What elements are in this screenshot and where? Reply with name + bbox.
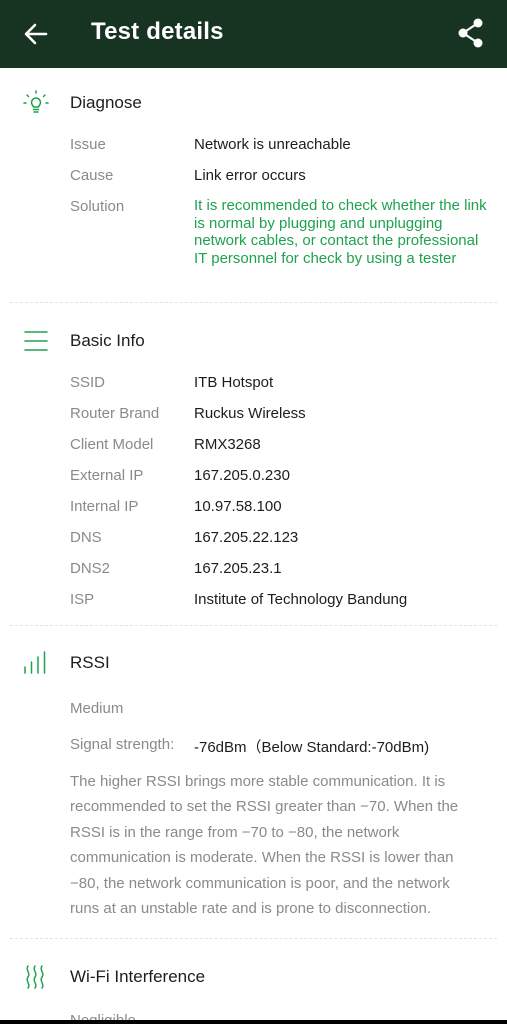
section-title: Basic Info — [70, 331, 145, 350]
row-label: ISP — [70, 591, 95, 608]
section-title: Wi-Fi Interference — [70, 967, 206, 986]
basic-info-header: Basic Info — [0, 327, 507, 357]
share-button[interactable] — [453, 14, 489, 52]
lightbulb-icon — [23, 90, 49, 113]
row-value: ITB Hotspot — [194, 374, 274, 391]
divider — [10, 625, 497, 626]
rssi-level: Medium — [70, 700, 124, 717]
row-label: External IP — [70, 467, 144, 484]
rssi-description: The higher RSSI brings more stable commu… — [70, 773, 459, 918]
row-value: -76dBm（Below Standard:-70dBm) — [194, 739, 430, 756]
row-value: Institute of Technology Bandung — [194, 591, 408, 608]
section-title: RSSI — [70, 653, 110, 672]
rssi-header: RSSI — [0, 649, 507, 679]
divider — [10, 938, 497, 939]
bottom-edge — [0, 1020, 507, 1024]
back-button[interactable] — [18, 16, 54, 52]
row-value: 167.205.0.230 — [194, 467, 290, 484]
row-label: Router Brand — [70, 405, 160, 422]
row-label: SSID — [70, 374, 106, 391]
row-value: Link error occurs — [194, 167, 306, 184]
app-bar: Test details — [0, 0, 507, 68]
arrow-left-icon — [24, 23, 48, 45]
row-value: Ruckus Wireless — [194, 405, 306, 422]
row-value: 167.205.22.123 — [194, 529, 299, 546]
row-label: Cause — [70, 167, 114, 184]
row-value: RMX3268 — [194, 436, 261, 453]
row-label: Client Model — [70, 436, 154, 453]
row-label: Solution — [70, 198, 125, 215]
signal-bars-icon — [24, 651, 46, 674]
interference-header: Wi-Fi Interference — [0, 963, 507, 993]
share-icon — [458, 18, 483, 48]
signal-strength-row: Signal strength: -76dBm（Below Standard:-… — [70, 736, 429, 756]
diagnose-header: Diagnose — [0, 89, 507, 119]
section-title: Diagnose — [70, 93, 142, 112]
row-label: Internal IP — [70, 498, 139, 515]
row-label: DNS2 — [70, 560, 111, 577]
solution-text: It is recommended to check whether the l… — [194, 197, 487, 267]
row-value: Network is unreachable — [194, 136, 351, 153]
wave-lines-icon — [26, 965, 44, 989]
divider — [10, 302, 497, 303]
row-label: Issue — [70, 136, 106, 153]
row-label: DNS — [70, 529, 102, 546]
page-title: Test details — [91, 18, 224, 45]
menu-lines-icon — [24, 331, 48, 351]
row-value: 10.97.58.100 — [194, 498, 282, 515]
row-value: 167.205.23.1 — [194, 560, 282, 577]
row-label: Signal strength: — [70, 736, 175, 753]
